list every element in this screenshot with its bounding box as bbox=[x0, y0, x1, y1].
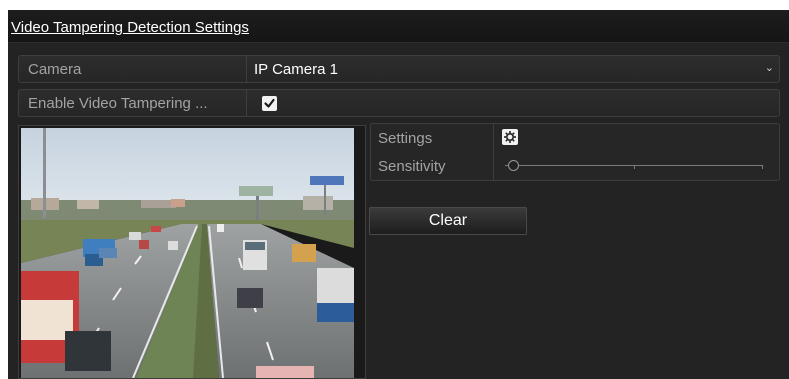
settings-row: Settings bbox=[371, 124, 779, 152]
camera-value[interactable]: IP Camera 1 bbox=[254, 61, 338, 78]
camera-label: Camera bbox=[28, 61, 82, 78]
sensitivity-label: Sensitivity bbox=[378, 158, 446, 175]
settings-label: Settings bbox=[378, 130, 433, 147]
preview-panel bbox=[18, 125, 366, 379]
gear-icon bbox=[504, 131, 516, 143]
settings-gear-button[interactable] bbox=[502, 129, 518, 145]
slider-tick bbox=[634, 166, 635, 169]
camera-preview[interactable] bbox=[21, 128, 354, 378]
highway-video-frame bbox=[21, 128, 354, 378]
page-title: Video Tampering Detection Settings bbox=[11, 19, 249, 36]
tampering-settings-window: Video Tampering Detection Settings Camer… bbox=[8, 10, 789, 379]
clear-button[interactable]: Clear bbox=[369, 207, 527, 235]
row-divider bbox=[246, 90, 247, 116]
title-bar: Video Tampering Detection Settings bbox=[8, 10, 789, 43]
checkmark-icon bbox=[264, 98, 275, 108]
row-divider bbox=[246, 56, 247, 82]
row-divider bbox=[493, 152, 494, 180]
camera-select[interactable]: Camera IP Camera 1 ⌄ bbox=[18, 55, 780, 83]
row-divider bbox=[493, 124, 494, 152]
slider-tick bbox=[762, 166, 763, 169]
enable-tampering-checkbox[interactable] bbox=[262, 96, 277, 111]
sensitivity-row: Sensitivity bbox=[371, 152, 779, 180]
settings-panel: Settings Sensitivity bbox=[370, 123, 780, 181]
chevron-down-icon[interactable]: ⌄ bbox=[765, 61, 774, 74]
enable-tampering-row: Enable Video Tampering ... bbox=[18, 89, 780, 117]
sensitivity-slider-handle[interactable] bbox=[508, 160, 519, 171]
enable-tampering-label: Enable Video Tampering ... bbox=[28, 95, 208, 112]
